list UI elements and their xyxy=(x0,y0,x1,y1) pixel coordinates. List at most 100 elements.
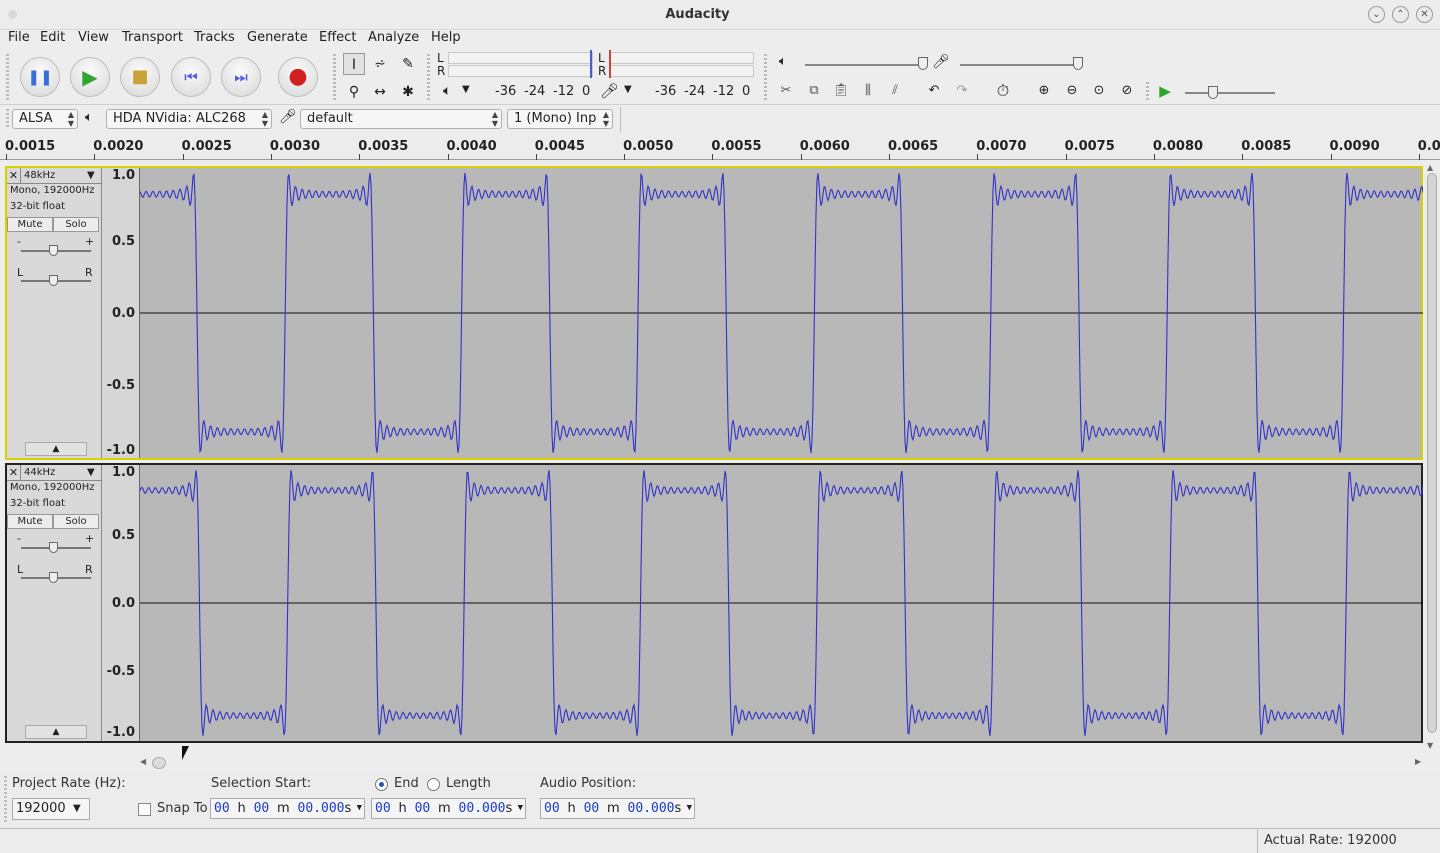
collapse-track-button[interactable]: ▲ xyxy=(25,725,87,739)
microphone-icon[interactable]: 🎤︎ xyxy=(600,82,619,100)
vertical-scroll-thumb[interactable] xyxy=(1427,173,1437,733)
scroll-up-icon[interactable]: ▲ xyxy=(1427,163,1433,172)
record-button[interactable]: ● xyxy=(278,57,318,97)
pause-button[interactable]: ❚❚ xyxy=(20,57,60,97)
zoom-out-icon[interactable]: ⊖ xyxy=(1061,81,1083,101)
toolbar-grip[interactable] xyxy=(427,54,430,100)
audio-track[interactable]: ✕ 48kHz ▼ Mono, 192000Hz 32-bit float Mu… xyxy=(5,166,1423,460)
snap-to-checkbox[interactable] xyxy=(138,803,151,816)
selection-start-time[interactable]: 00 h 00 m 00.000s ▼ xyxy=(210,798,365,819)
output-device-select[interactable]: HDA NVidia: ALC268 ▲ ▼ xyxy=(106,109,272,129)
close-icon[interactable]: ✕ xyxy=(7,465,21,481)
mute-button[interactable]: Mute xyxy=(7,514,53,529)
record-volume-slider[interactable] xyxy=(960,64,1080,66)
scroll-down-icon[interactable]: ▼ xyxy=(1427,741,1433,750)
fit-selection-icon[interactable]: ⊙ xyxy=(1088,81,1110,101)
toolbar-grip[interactable] xyxy=(333,54,336,100)
toolbar-grip[interactable] xyxy=(1146,82,1149,102)
skip-start-button[interactable]: ⏮ xyxy=(171,57,211,97)
track-name-menu[interactable]: ✕ 44kHz ▼ xyxy=(7,465,102,481)
track-name-menu[interactable]: ✕ 48kHz ▼ xyxy=(7,168,102,184)
collapse-track-button[interactable]: ▲ xyxy=(25,442,87,456)
scroll-right-icon[interactable]: ▶ xyxy=(1415,757,1421,766)
audio-position-time[interactable]: 00 h 00 m 00.000s ▼ xyxy=(540,798,695,819)
trim-icon[interactable]: ⫼ xyxy=(857,81,879,101)
gain-slider-thumb[interactable] xyxy=(49,542,58,553)
playback-volume-thumb[interactable] xyxy=(918,57,928,70)
selection-end-time[interactable]: 00 h 00 m 00.000s ▼ xyxy=(371,798,526,819)
menu-tracks[interactable]: Tracks xyxy=(194,30,235,45)
minimize-icon[interactable]: ⌄ xyxy=(1368,6,1385,23)
length-radio[interactable] xyxy=(427,778,440,791)
track-control-panel: ✕ 44kHz ▼ Mono, 192000Hz 32-bit float Mu… xyxy=(7,465,102,741)
timeshift-tool-icon[interactable]: ↔ xyxy=(369,81,391,103)
record-volume-thumb[interactable] xyxy=(1073,57,1083,70)
audio-host-select[interactable]: ALSA ▲ ▼ xyxy=(12,109,78,129)
playback-meter[interactable] xyxy=(448,65,593,77)
project-rate-select[interactable]: 192000 ▼ xyxy=(12,798,90,820)
menu-edit[interactable]: Edit xyxy=(40,30,65,45)
menu-help[interactable]: Help xyxy=(431,30,461,45)
toolbar-grip[interactable] xyxy=(764,82,767,102)
skip-end-button[interactable]: ⏭ xyxy=(221,57,261,97)
zoom-tool-icon[interactable]: ⚲ xyxy=(343,81,365,103)
menu-generate[interactable]: Generate xyxy=(247,30,308,45)
undo-icon[interactable]: ↶ xyxy=(923,81,945,101)
input-channels-select[interactable]: 1 (Mono) Inp ▲ ▼ xyxy=(507,109,613,129)
play-speed-thumb[interactable] xyxy=(1208,86,1218,99)
toolbar-grip[interactable] xyxy=(6,109,9,129)
gain-slider-thumb[interactable] xyxy=(49,245,58,256)
toolbar-grip[interactable] xyxy=(4,776,7,824)
pan-slider-thumb[interactable] xyxy=(49,572,58,583)
menu-effect[interactable]: Effect xyxy=(319,30,356,45)
chevron-down-icon[interactable]: ▼ xyxy=(462,84,470,95)
silence-icon[interactable]: ⫽ xyxy=(884,81,906,101)
solo-button[interactable]: Solo xyxy=(53,217,99,232)
menu-view[interactable]: View xyxy=(78,30,109,45)
input-device-select[interactable]: default ▲ ▼ xyxy=(300,109,502,129)
selection-tool-icon[interactable]: I xyxy=(343,53,365,75)
solo-button[interactable]: Solo xyxy=(53,514,99,529)
playback-volume-slider[interactable] xyxy=(805,64,925,66)
play-at-speed-icon[interactable]: ▶ xyxy=(1154,81,1176,101)
multi-tool-icon[interactable]: ✱ xyxy=(397,81,419,103)
vertical-scrollbar[interactable]: ▲ ▼ xyxy=(1426,163,1438,753)
fit-project-icon[interactable]: ⊘ xyxy=(1116,81,1138,101)
waveform[interactable] xyxy=(140,465,1423,741)
copy-icon[interactable]: ⧉ xyxy=(803,81,825,101)
scroll-left-icon[interactable]: ◀ xyxy=(140,757,146,766)
chevron-down-icon[interactable]: ▼ xyxy=(624,84,632,95)
seconds: 00.000 xyxy=(297,801,345,816)
close-window-icon[interactable]: ✕ xyxy=(1416,6,1433,23)
speaker-icon[interactable]: 🔈︎ xyxy=(443,83,451,99)
vertical-scale[interactable]: 1.0 0.5 0.0 -0.5 -1.0 xyxy=(102,168,140,458)
paste-icon[interactable]: 📋︎ xyxy=(830,81,852,101)
horizontal-scroll-thumb[interactable] xyxy=(152,757,166,769)
draw-tool-icon[interactable]: ✎ xyxy=(397,53,419,75)
menu-transport[interactable]: Transport xyxy=(122,30,183,45)
record-meter[interactable] xyxy=(609,65,754,77)
record-meter[interactable] xyxy=(609,52,754,64)
audio-track[interactable]: ✕ 44kHz ▼ Mono, 192000Hz 32-bit float Mu… xyxy=(5,463,1423,743)
mute-button[interactable]: Mute xyxy=(7,217,53,232)
toolbar-grip[interactable] xyxy=(6,54,9,100)
zoom-in-icon[interactable]: ⊕ xyxy=(1033,81,1055,101)
stop-button[interactable]: ■ xyxy=(120,57,160,97)
end-radio[interactable] xyxy=(375,778,388,791)
cut-icon[interactable]: ✂ xyxy=(775,81,797,101)
menu-analyze[interactable]: Analyze xyxy=(368,30,419,45)
redo-icon[interactable]: ↷ xyxy=(951,81,973,101)
close-icon[interactable]: ✕ xyxy=(7,168,21,184)
play-speed-slider[interactable] xyxy=(1185,92,1275,94)
timeline-ruler[interactable]: 0.0015 0.0020 0.0025 0.0030 0.0035 0.0040 0.00… xyxy=(0,137,1440,160)
horizontal-scrollbar[interactable]: ◀ ▶ xyxy=(140,757,1425,769)
play-button[interactable]: ▶ xyxy=(70,57,110,97)
sync-lock-icon[interactable]: ⏱ xyxy=(992,81,1014,101)
pan-slider-thumb[interactable] xyxy=(49,275,58,286)
playback-meter[interactable] xyxy=(448,52,593,64)
maximize-icon[interactable]: ⌃ xyxy=(1392,6,1409,23)
waveform[interactable] xyxy=(140,168,1423,458)
menu-file[interactable]: File xyxy=(8,30,30,45)
envelope-tool-icon[interactable]: ⩫ xyxy=(369,53,391,75)
vertical-scale[interactable]: 1.0 0.5 0.0 -0.5 -1.0 xyxy=(102,465,140,741)
